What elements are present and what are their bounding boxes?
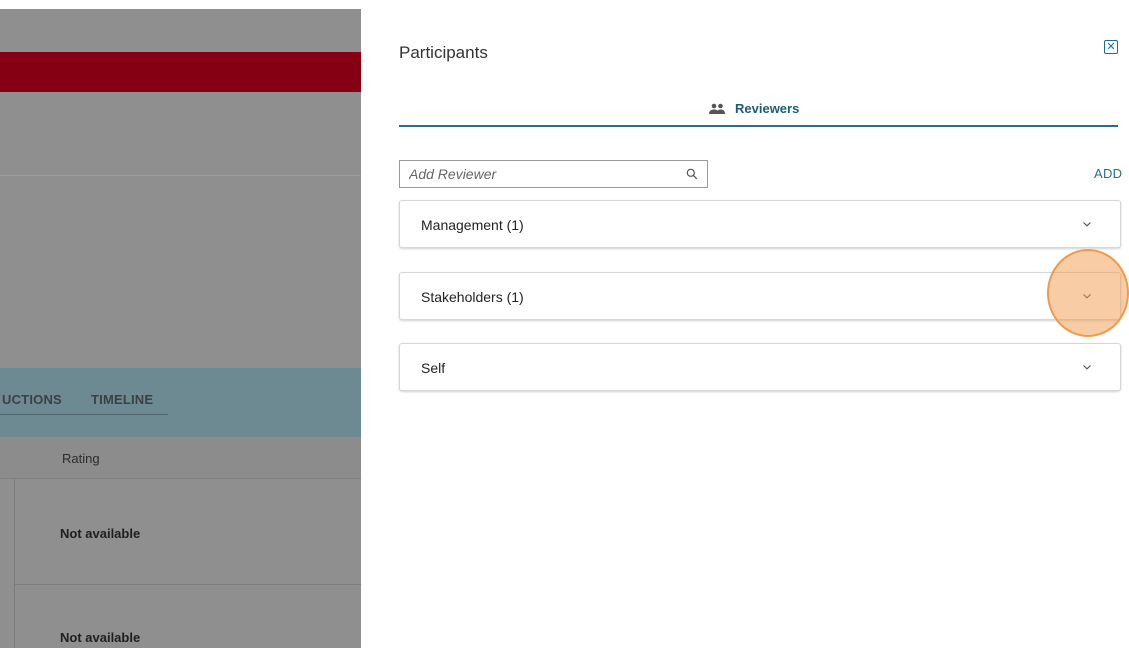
chevron-down-icon[interactable] (1082, 220, 1092, 228)
tab-timeline[interactable]: TIMELINE (91, 392, 153, 407)
accordion-stakeholders[interactable]: Stakeholders (1) (399, 272, 1121, 320)
accordion-label: Self (421, 360, 446, 376)
close-button[interactable]: ✕ (1104, 40, 1118, 54)
tab-reviewers[interactable]: Reviewers (708, 101, 799, 116)
background-app: UCTIONS TIMELINE Rating Not available No… (0, 0, 361, 648)
accordion-management[interactable]: Management (1) (399, 200, 1121, 248)
brand-bar (0, 52, 361, 92)
panel-title: Participants (399, 43, 488, 62)
table-cell-rating: Not available (60, 630, 141, 645)
chevron-down-icon[interactable] (1082, 292, 1092, 300)
accordion-self[interactable]: Self (399, 343, 1121, 391)
column-header-rating: Rating (62, 451, 100, 466)
chevron-down-icon[interactable] (1082, 363, 1092, 371)
search-icon[interactable] (686, 168, 698, 180)
table-column-divider (14, 478, 15, 648)
table-row-divider (14, 584, 361, 585)
tab-instructions[interactable]: UCTIONS (2, 392, 62, 407)
people-icon (709, 103, 725, 114)
accordion-label: Stakeholders (1) (421, 289, 524, 305)
tab-underline (0, 414, 168, 415)
table-cell-rating: Not available (60, 526, 141, 541)
tab-active-indicator (399, 125, 1118, 127)
add-reviewer-button[interactable]: ADD (1094, 166, 1122, 181)
add-reviewer-input[interactable] (400, 161, 670, 187)
participants-panel: Participants ✕ Reviewers ADD Management … (361, 0, 1129, 648)
top-strip (0, 0, 361, 9)
accordion-label: Management (1) (421, 217, 524, 233)
tab-reviewers-label: Reviewers (735, 101, 800, 116)
reviewer-search-box (399, 160, 708, 188)
close-icon: ✕ (1106, 40, 1116, 53)
divider (0, 175, 361, 176)
table-header (0, 437, 361, 479)
